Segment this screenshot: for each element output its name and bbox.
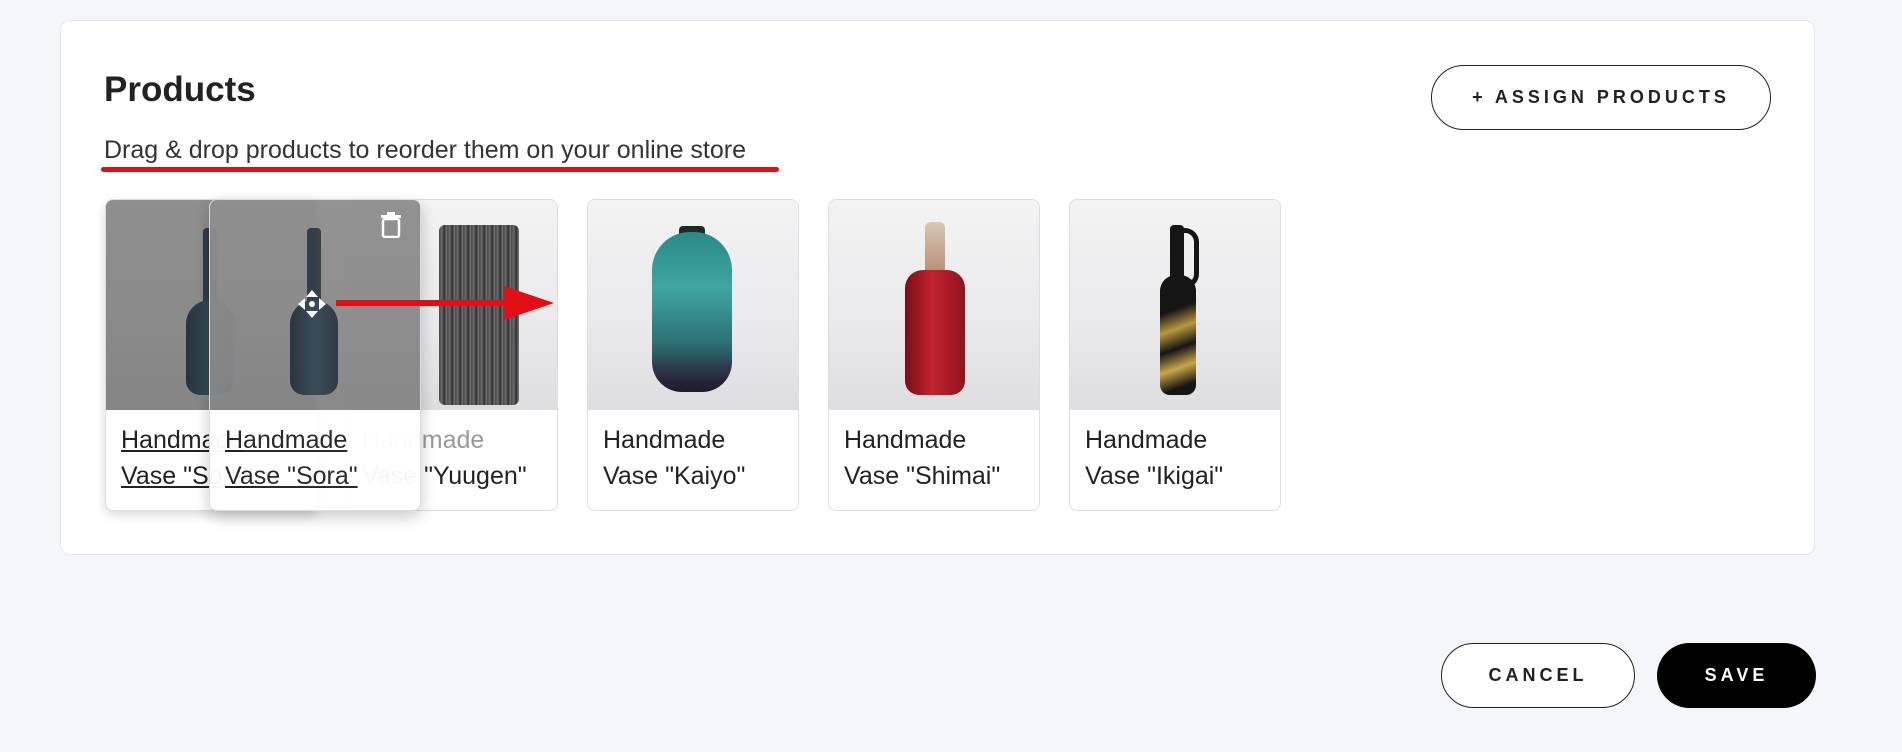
cancel-button[interactable]: CANCEL — [1441, 643, 1635, 708]
product-image — [588, 200, 798, 410]
section-subtitle: Drag & drop products to reorder them on … — [104, 136, 747, 164]
annotation-underline — [101, 167, 779, 172]
product-name: Handmade Vase "Kaiyo" — [603, 426, 746, 490]
product-card-shimai[interactable]: Handmade Vase "Shimai" — [828, 199, 1040, 511]
product-name-link[interactable]: Handmade Vase "Sora" — [225, 422, 410, 494]
product-name: Handmade Vase "Ikigai" — [1085, 426, 1224, 490]
save-button[interactable]: SAVE — [1657, 643, 1816, 708]
product-card-kaiyo[interactable]: Handmade Vase "Kaiyo" — [587, 199, 799, 511]
dragging-product-card[interactable]: Handmade Vase "Sora" — [209, 199, 421, 511]
drag-move-icon[interactable] — [296, 288, 328, 320]
annotation-arrow-icon — [336, 286, 554, 320]
assign-products-button[interactable]: + ASSIGN PRODUCTS — [1431, 65, 1771, 130]
product-card-ikigai[interactable]: Handmade Vase "Ikigai" — [1069, 199, 1281, 511]
trash-icon[interactable] — [380, 212, 406, 240]
product-image — [829, 200, 1039, 410]
product-image — [1070, 200, 1280, 410]
product-name: Handmade Vase "Shimai" — [844, 426, 1001, 490]
section-title: Products — [104, 70, 256, 109]
